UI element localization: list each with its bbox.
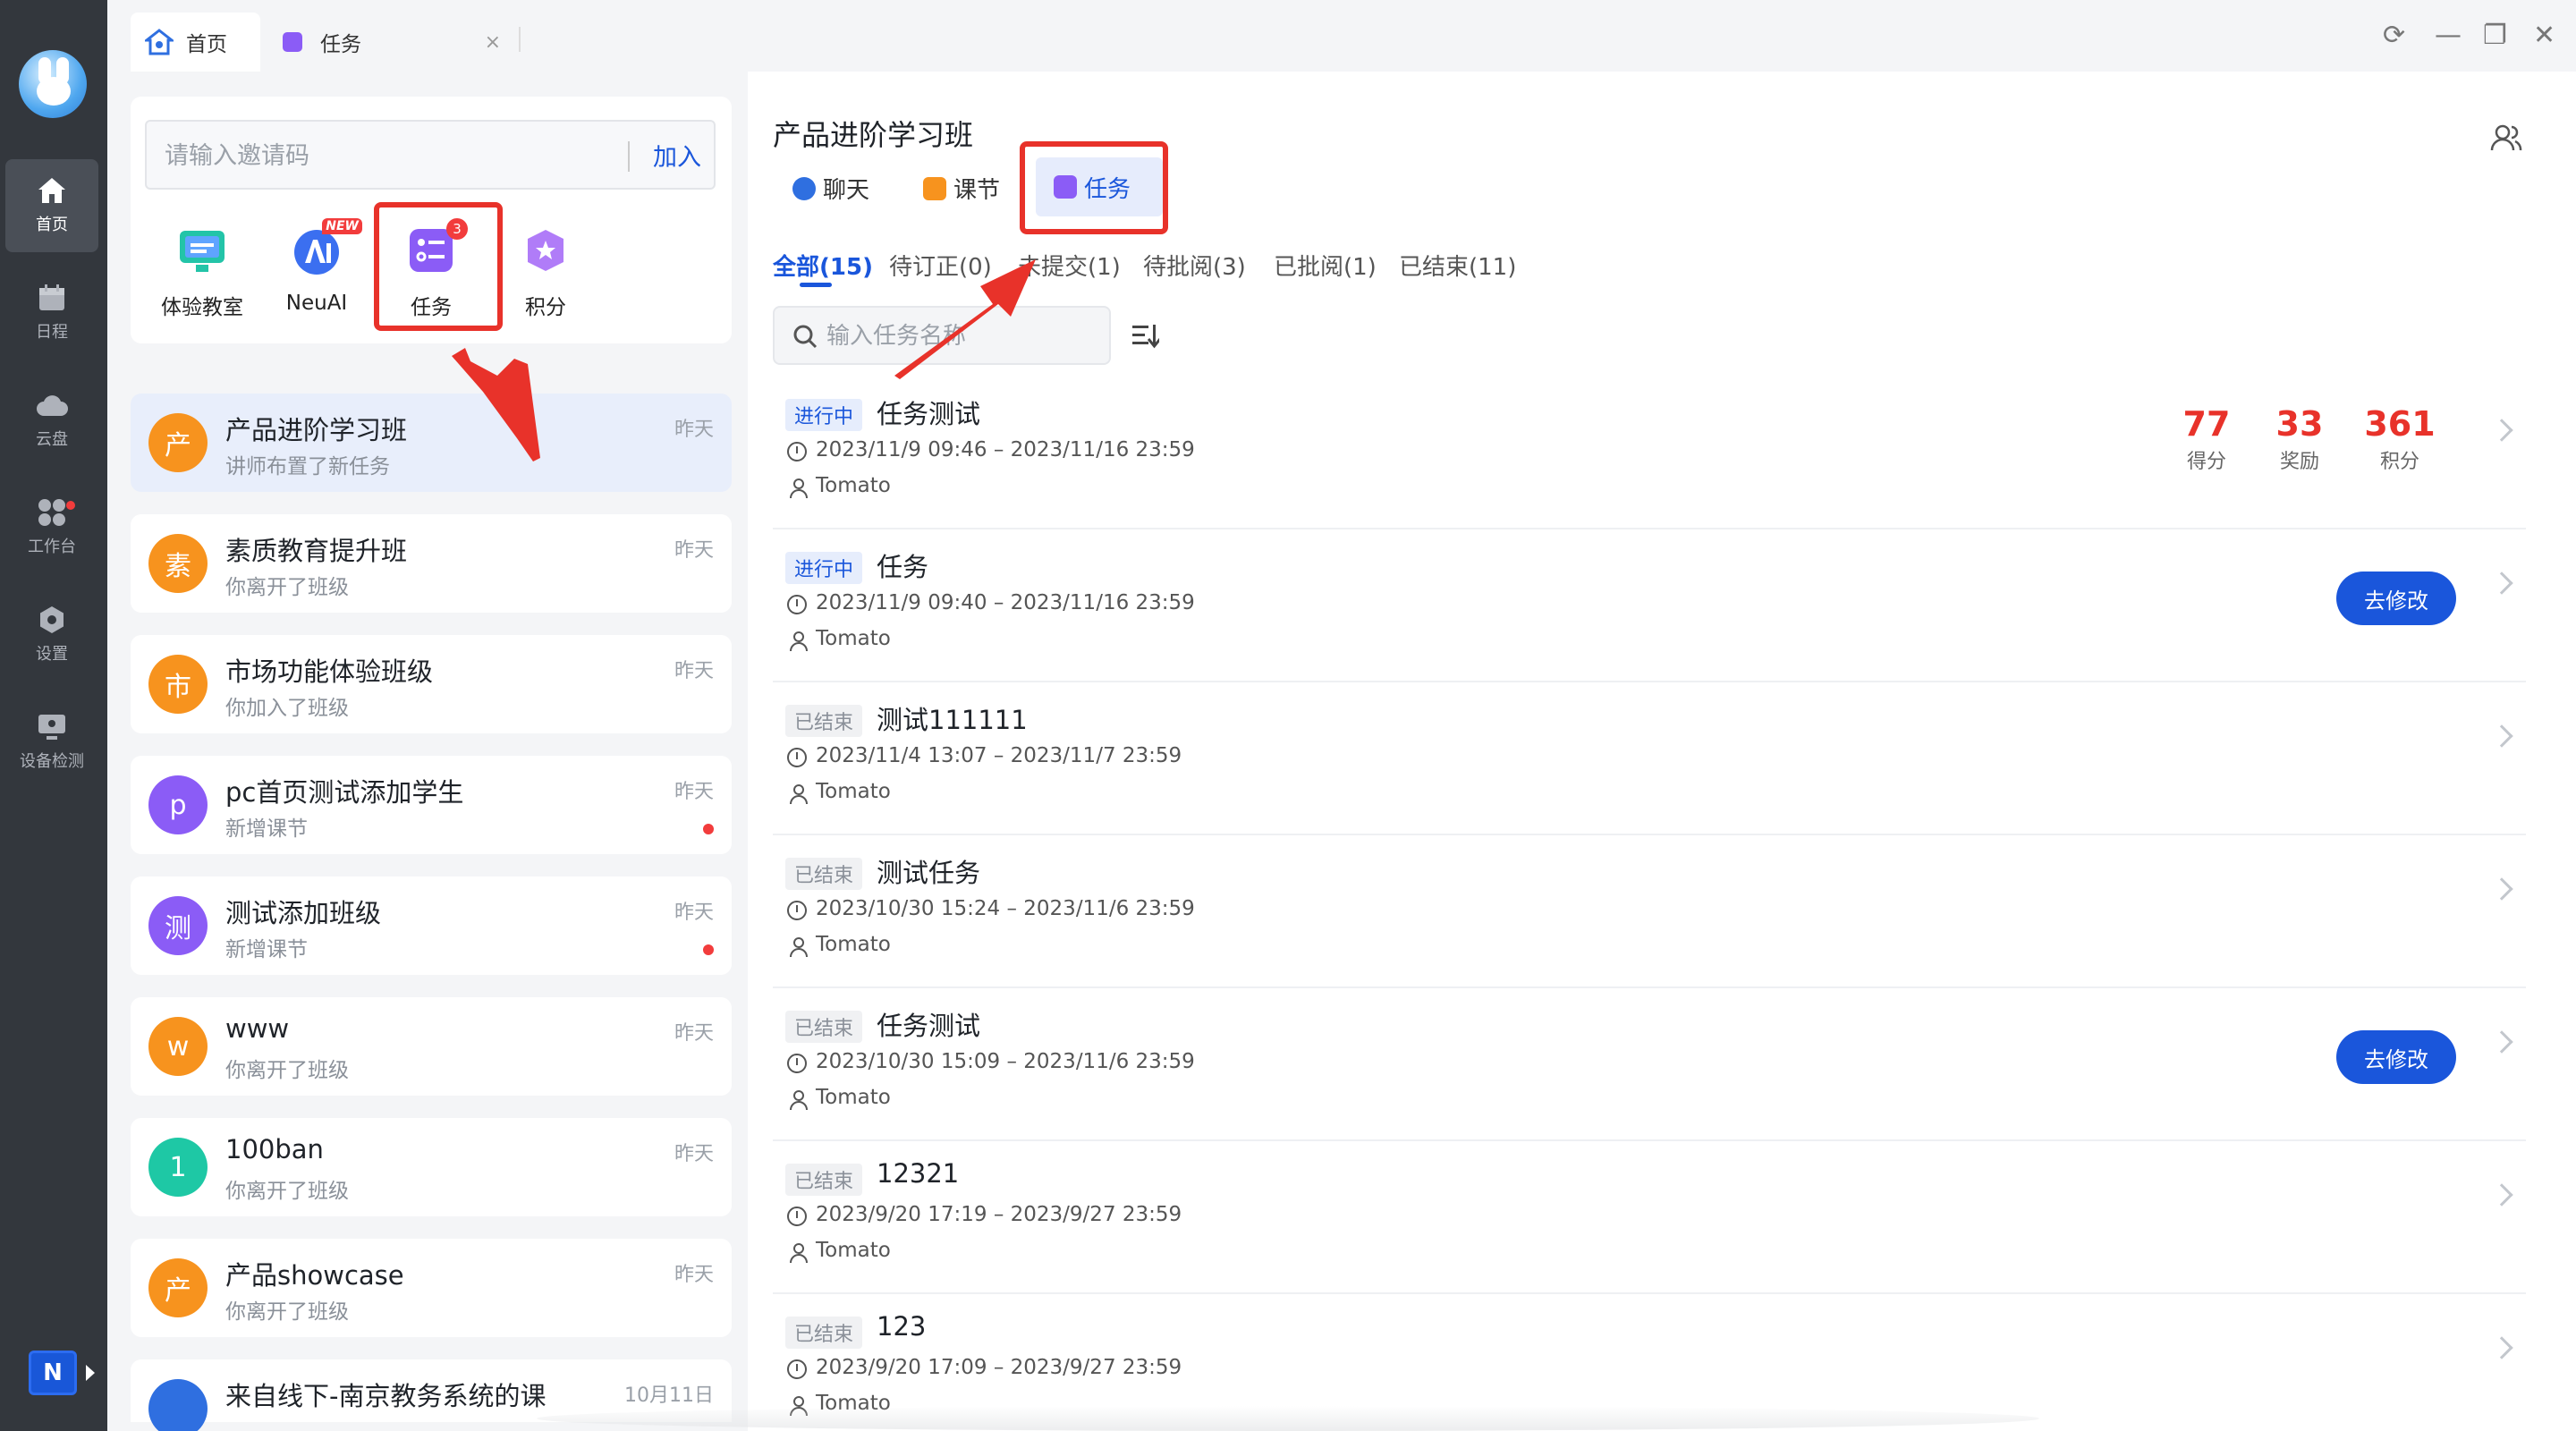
arrow-to-subtab-task bbox=[894, 259, 1036, 379]
arrow-to-quick-task bbox=[452, 348, 540, 461]
bottom-shadow bbox=[537, 1406, 2039, 1431]
annotation-arrows bbox=[452, 259, 1036, 461]
